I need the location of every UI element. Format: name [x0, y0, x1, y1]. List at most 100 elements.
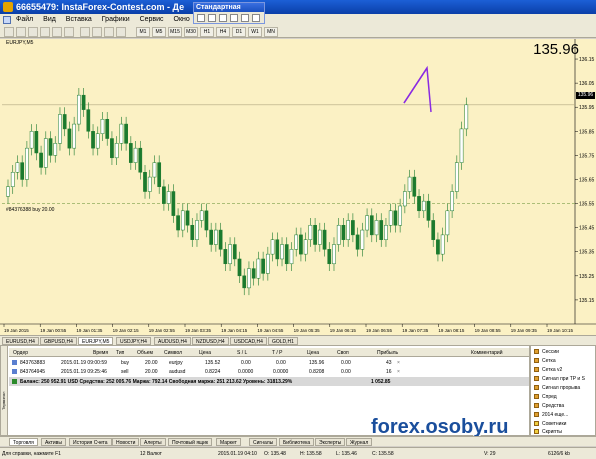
- new-chart-icon[interactable]: [4, 27, 14, 37]
- candle-body: [138, 147, 143, 173]
- table-row[interactable]: 843763883 2015.01.19 09:00:59 buy 20.00 …: [9, 358, 529, 367]
- column-header-volume[interactable]: Объем: [137, 350, 153, 356]
- tab-experts[interactable]: Эксперты: [315, 438, 346, 446]
- menu-charts[interactable]: Графики: [102, 16, 130, 23]
- column-header-comment[interactable]: Комментарий: [471, 350, 503, 356]
- balance-total-profit: 1 052.85: [371, 379, 391, 385]
- symbol-tab[interactable]: GBPUSD,H4: [40, 337, 77, 345]
- symbol-tab[interactable]: AUDUSD,H4: [154, 337, 191, 345]
- tab-alerts[interactable]: Алерты: [140, 438, 166, 446]
- navigator-icon[interactable]: [230, 14, 238, 22]
- tab-signals[interactable]: Сигналы: [249, 438, 278, 446]
- data-window-icon[interactable]: [40, 27, 50, 37]
- candle-body: [77, 94, 81, 125]
- menu-tools[interactable]: Сервис: [140, 16, 164, 23]
- price-axis-tag: 135.96: [576, 92, 595, 99]
- tab-news[interactable]: Новости: [112, 438, 140, 446]
- tab-trade[interactable]: Торговля: [9, 438, 38, 446]
- tab-library[interactable]: Библиотека: [279, 438, 315, 446]
- column-header-current-price[interactable]: Цена: [307, 350, 319, 356]
- navigator-item[interactable]: Спред: [534, 394, 557, 400]
- text-tool-icon[interactable]: [116, 27, 126, 37]
- tab-market[interactable]: Маркет: [216, 438, 241, 446]
- candle-body: [299, 234, 303, 255]
- candle-body: [223, 249, 228, 265]
- candle-body: [360, 229, 365, 250]
- navigator-folder-experts[interactable]: Советники: [534, 421, 566, 427]
- column-header-sl[interactable]: S / L: [237, 350, 247, 356]
- navigator-item[interactable]: Сетка v2: [534, 367, 562, 373]
- navigator-item[interactable]: Сигнал при TP и S: [534, 376, 585, 382]
- new-chart-icon[interactable]: [197, 14, 205, 22]
- menu-view[interactable]: Вид: [43, 16, 56, 23]
- symbol-tab[interactable]: USDJPY,H4: [116, 337, 151, 345]
- cursor-icon[interactable]: [80, 27, 90, 37]
- close-position-icon[interactable]: ×: [397, 369, 400, 375]
- cell-sl: 0.00: [241, 360, 251, 366]
- candle-body: [176, 215, 180, 231]
- timeframe-m1[interactable]: M1: [136, 27, 150, 37]
- tab-exposure[interactable]: Активы: [41, 438, 66, 446]
- status-close: C: 135.58: [372, 451, 394, 457]
- crosshair-icon[interactable]: [92, 27, 102, 37]
- new-order-icon[interactable]: [252, 14, 260, 22]
- column-header-order[interactable]: Ордер: [13, 350, 28, 356]
- column-header-swap[interactable]: Своп: [337, 350, 349, 356]
- profiles-icon[interactable]: [208, 14, 216, 22]
- menu-insert[interactable]: Вставка: [66, 16, 92, 23]
- tab-history[interactable]: История Счета: [69, 438, 112, 446]
- terminal-icon[interactable]: [241, 14, 249, 22]
- tab-mailbox[interactable]: Почтовый ящик: [168, 438, 213, 446]
- line-tool-icon[interactable]: [104, 27, 114, 37]
- x-tick-label: 19 Jan 08:15: [438, 328, 465, 333]
- timeframe-mn[interactable]: MN: [264, 27, 278, 37]
- candle-body: [53, 143, 58, 156]
- symbol-tab[interactable]: USDCAD,H4: [230, 337, 267, 345]
- terminal-side-bar[interactable]: Терминал: [1, 346, 8, 435]
- column-header-profit[interactable]: Прибыль: [377, 350, 398, 356]
- candle-body: [34, 131, 39, 154]
- symbol-tab-active[interactable]: EURJPY,M5: [78, 337, 114, 345]
- market-watch-icon[interactable]: [219, 14, 227, 22]
- indicator-icon: [534, 367, 539, 373]
- timeframe-m15[interactable]: M15: [168, 27, 182, 37]
- column-header-price[interactable]: Цена: [199, 350, 211, 356]
- tab-journal[interactable]: Журнал: [346, 438, 373, 446]
- navigator-icon[interactable]: [52, 27, 62, 37]
- symbol-tab[interactable]: NZDUSD,H4: [192, 337, 229, 345]
- column-header-time[interactable]: Время: [93, 350, 108, 356]
- y-tick-label: 135.35: [579, 250, 595, 256]
- symbol-tab[interactable]: EURUSD,H4: [2, 337, 39, 345]
- x-tick-label: 19 Jan 03:35: [185, 328, 212, 333]
- menu-window[interactable]: Окно: [174, 16, 190, 23]
- navigator-item[interactable]: Сессии: [534, 349, 559, 355]
- terminal-icon[interactable]: [64, 27, 74, 37]
- close-position-icon[interactable]: ×: [397, 360, 400, 366]
- navigator-folder-scripts[interactable]: Скрипты: [534, 429, 562, 435]
- menu-file[interactable]: Файл: [16, 16, 33, 23]
- profiles-icon[interactable]: [16, 27, 26, 37]
- indicator-icon: [534, 376, 539, 382]
- market-watch-icon[interactable]: [28, 27, 38, 37]
- timeframe-h1[interactable]: H1: [200, 27, 214, 37]
- timeframe-m5[interactable]: M5: [152, 27, 166, 37]
- column-header-type[interactable]: Тип: [116, 350, 124, 356]
- navigator-item[interactable]: 2014 еще...: [534, 412, 568, 418]
- navigator-item[interactable]: Сетка: [534, 358, 556, 364]
- column-header-tp[interactable]: T / P: [272, 350, 282, 356]
- candle-body: [242, 275, 247, 289]
- navigator-item[interactable]: Средства: [534, 403, 564, 409]
- symbol-tab[interactable]: GOLD,H1: [268, 337, 298, 345]
- candle-body: [218, 229, 223, 250]
- navigator-item[interactable]: Сигнал прорыва: [534, 385, 580, 391]
- candle-body: [100, 119, 105, 134]
- navigator-panel: Сессии Сетка Сетка v2 Сигнал при TP и S …: [530, 345, 596, 436]
- timeframe-w1[interactable]: W1: [248, 27, 262, 37]
- price-chart[interactable]: 136.15 136.05 135.95 135.85 135.75 135.65 135.…: [0, 39, 596, 335]
- table-row[interactable]: 843764945 2015.01.19 09:25:46 sell 20.00…: [9, 367, 529, 376]
- timeframe-m30[interactable]: M30: [184, 27, 198, 37]
- timeframe-d1[interactable]: D1: [232, 27, 246, 37]
- standard-toolbar-popup[interactable]: Стандартная: [193, 2, 265, 24]
- timeframe-h4[interactable]: H4: [216, 27, 230, 37]
- column-header-symbol[interactable]: Символ: [164, 350, 182, 356]
